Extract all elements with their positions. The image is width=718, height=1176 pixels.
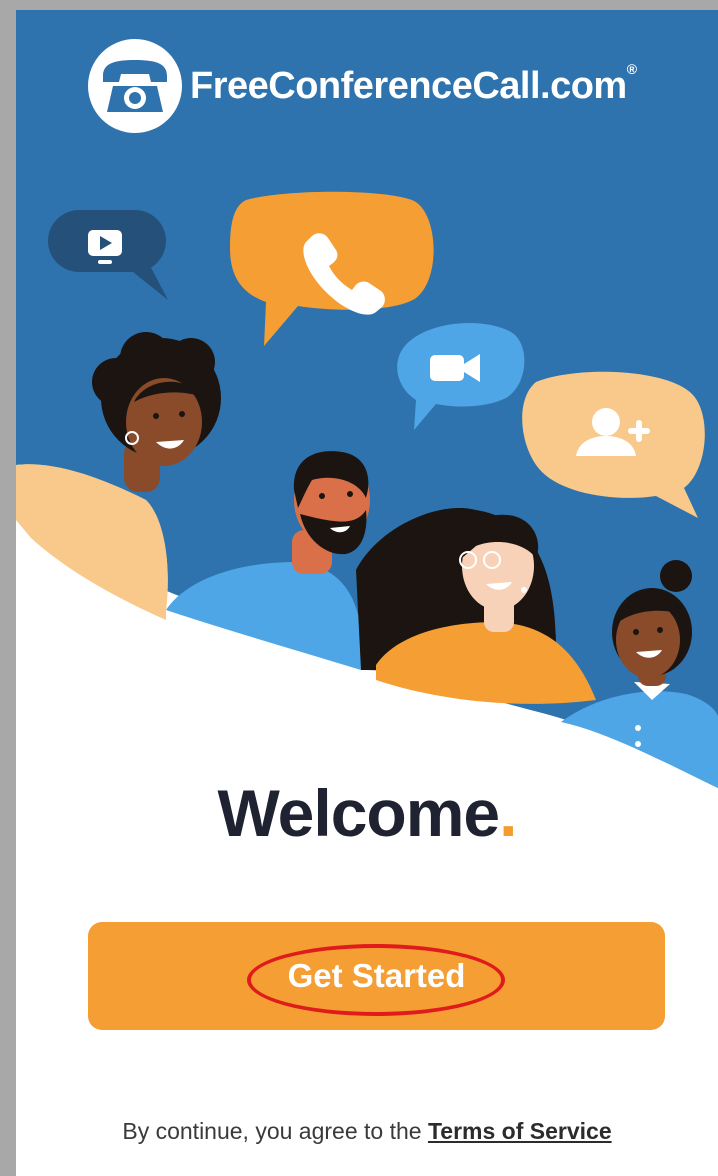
welcome-title: Welcome. [217,776,518,850]
video-camera-icon [430,355,464,381]
get-started-button[interactable]: Get Started [88,922,665,1030]
terms-of-service-link[interactable]: Terms of Service [428,1118,612,1144]
terms-notice: By continue, you agree to the Terms of S… [122,1118,612,1144]
phone-logo-icon [88,39,182,133]
brand-logo: FreeConferenceCall.com® [88,38,637,134]
brand-name: FreeConferenceCall.com® [190,60,637,107]
welcome-screen: FreeConferenceCall.com® Welcome. Get Sta… [16,10,718,1176]
hero-illustration: FreeConferenceCall.com® [16,10,718,810]
